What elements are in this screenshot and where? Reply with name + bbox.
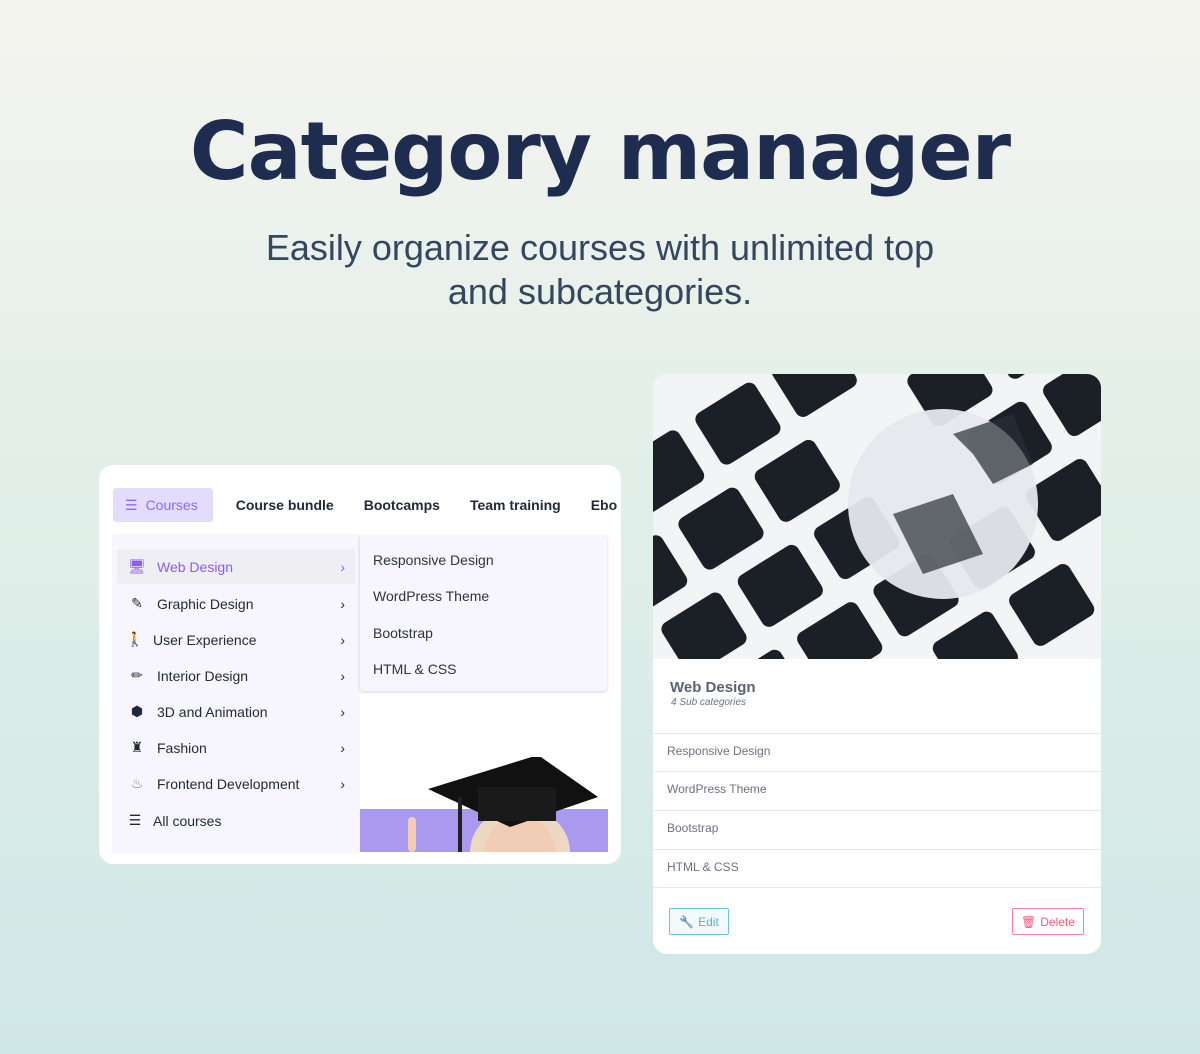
category-label: Interior Design bbox=[157, 667, 249, 684]
wrench-icon: 🔧 bbox=[679, 914, 695, 929]
subcategory-dropdown: Responsive Design WordPress Theme Bootst… bbox=[360, 536, 607, 691]
chevron-right-icon: › bbox=[340, 703, 345, 720]
delete-button[interactable]: 🗑 Delete bbox=[1012, 908, 1084, 935]
category-label: Frontend Development bbox=[157, 775, 300, 792]
chevron-right-icon: › bbox=[340, 631, 345, 648]
subcategory-item[interactable]: Responsive Design bbox=[373, 552, 494, 568]
code-icon: ♨ bbox=[130, 775, 144, 791]
category-label: Graphic Design bbox=[157, 595, 254, 612]
trash-icon: 🗑 bbox=[1021, 914, 1037, 929]
category-card: Web Design 4 Sub categories Responsive D… bbox=[653, 374, 1101, 954]
edit-label: Edit bbox=[698, 914, 719, 929]
chevron-right-icon: › bbox=[340, 775, 345, 792]
subtitle-line-2: and subcategories. bbox=[447, 271, 753, 312]
person-icon: 🚶 bbox=[126, 631, 144, 647]
subcategory-row: HTML & CSS bbox=[653, 849, 1101, 888]
keyboard-globe-image bbox=[653, 374, 1101, 659]
nav-ebooks[interactable]: Ebo bbox=[591, 497, 617, 513]
category-fashion[interactable]: ♜ Fashion › bbox=[117, 730, 355, 765]
category-frontend-development[interactable]: ♨ Frontend Development › bbox=[117, 766, 355, 801]
category-label: Web Design bbox=[157, 558, 234, 575]
subcategory-count: 4 Sub categories bbox=[671, 697, 747, 708]
delete-label: Delete bbox=[1040, 914, 1075, 929]
courses-menu-button[interactable]: ☰ Courses bbox=[113, 488, 213, 522]
subtitle-line-1: Easily organize courses with unlimited t… bbox=[265, 227, 935, 268]
chevron-right-icon: › bbox=[340, 595, 345, 612]
chevron-right-icon: › bbox=[340, 667, 345, 684]
nav-course-bundle[interactable]: Course bundle bbox=[236, 497, 334, 513]
top-nav: ☰ Courses Course bundle Bootcamps Team tr… bbox=[113, 488, 621, 522]
subcategory-row: Bootstrap bbox=[653, 810, 1101, 849]
category-web-design[interactable]: 🖥 Web Design › bbox=[117, 549, 355, 584]
subcategory-row: Responsive Design bbox=[653, 733, 1101, 772]
edit-button[interactable]: 🔧 Edit bbox=[669, 908, 729, 935]
monitor-icon: 🖥 bbox=[128, 558, 146, 574]
category-graphic-design[interactable]: ✎ Graphic Design › bbox=[117, 586, 355, 621]
subcategory-item[interactable]: HTML & CSS bbox=[373, 661, 457, 677]
page-subtitle: Easily organize courses with unlimited t… bbox=[200, 226, 1000, 314]
all-courses-label: All courses bbox=[153, 812, 222, 829]
courses-label: Courses bbox=[145, 497, 198, 513]
pen-icon: ✏ bbox=[131, 667, 143, 683]
pencil-icon: ✎ bbox=[131, 595, 143, 611]
subcategory-item[interactable]: Bootstrap bbox=[373, 625, 433, 641]
chevron-right-icon: › bbox=[340, 558, 345, 575]
category-interior-design[interactable]: ✏ Interior Design › bbox=[117, 658, 355, 693]
category-title: Web Design bbox=[670, 679, 756, 696]
all-courses-link[interactable]: ☰ All courses bbox=[117, 803, 355, 838]
menu-demo-card: ☰ Courses Course bundle Bootcamps Team tr… bbox=[99, 465, 621, 864]
graduate-illustration bbox=[360, 757, 608, 852]
category-dropdown: 🖥 Web Design › ✎ Graphic Design › 🚶 User Expe… bbox=[113, 535, 359, 852]
promo-image bbox=[360, 757, 608, 852]
page-title: Category manager bbox=[189, 105, 1011, 198]
category-user-experience[interactable]: 🚶 User Experience › bbox=[117, 622, 355, 657]
category-label: 3D and Animation bbox=[157, 703, 268, 720]
menu-icon: ☰ bbox=[125, 496, 138, 513]
subcategory-row: WordPress Theme bbox=[653, 771, 1101, 810]
list-icon: ☰ bbox=[128, 812, 142, 828]
chevron-right-icon: › bbox=[340, 739, 345, 756]
subcategory-item[interactable]: WordPress Theme bbox=[373, 588, 489, 604]
category-label: User Experience bbox=[153, 631, 257, 648]
cube-icon: ⬢ bbox=[130, 703, 144, 719]
nav-team-training[interactable]: Team training bbox=[470, 497, 561, 513]
category-label: Fashion bbox=[157, 739, 207, 756]
nav-bootcamps[interactable]: Bootcamps bbox=[364, 497, 440, 513]
fashion-icon: ♜ bbox=[130, 739, 144, 755]
category-3d-animation[interactable]: ⬢ 3D and Animation › bbox=[117, 694, 355, 729]
